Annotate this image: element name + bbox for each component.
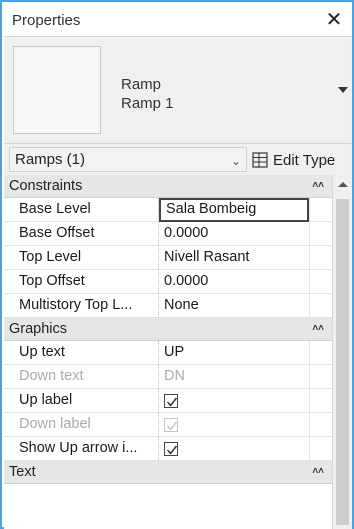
type-preview-thumbnail (13, 46, 101, 134)
property-label: Show Up arrow i... (4, 437, 159, 460)
property-label: Top Level (4, 246, 159, 269)
close-icon[interactable]: ✕ (324, 8, 344, 32)
type-dropdown-arrow-icon[interactable] (338, 87, 348, 93)
property-row[interactable]: Top Offset 0.0000 (4, 270, 332, 294)
title-bar[interactable]: Properties ✕ (4, 4, 352, 36)
property-row[interactable]: Multistory Top L... None (4, 294, 332, 318)
property-label: Base Offset (4, 222, 159, 245)
property-value-field[interactable]: None (159, 294, 309, 317)
type-name: Ramp 1 (121, 95, 174, 112)
property-value-field[interactable]: 0.0000 (159, 222, 309, 245)
edit-type-button[interactable]: Edit Type (252, 148, 335, 172)
group-label: Text (9, 464, 36, 480)
collapse-icon[interactable]: ˄˄ (312, 461, 324, 483)
type-selector[interactable]: Ramp Ramp 1 (4, 36, 352, 144)
properties-grid: Constraints ˄˄ Base Level Sala Bombeig B… (4, 175, 332, 529)
property-value-field: DN (164, 368, 185, 384)
property-row: Down text DN (4, 365, 332, 389)
property-value-field[interactable]: Sala Bombeig (159, 198, 309, 222)
group-header-constraints[interactable]: Constraints ˄˄ (4, 175, 332, 198)
vertical-scrollbar[interactable] (332, 175, 352, 529)
down-label-checkbox (164, 418, 178, 432)
property-label: Down text (4, 365, 159, 388)
collapse-icon[interactable]: ˄˄ (312, 318, 324, 340)
group-header-text[interactable]: Text ˄˄ (4, 461, 332, 484)
family-name: Ramp (121, 76, 162, 93)
checkmark-icon (166, 397, 178, 407)
property-row[interactable]: Show Up arrow i... (4, 437, 332, 461)
group-label: Graphics (9, 321, 68, 337)
property-label: Top Offset (4, 270, 159, 293)
scrollbar-thumb[interactable] (336, 199, 349, 525)
group-header-graphics[interactable]: Graphics ˄˄ (4, 318, 332, 341)
properties-panel: Properties ✕ Ramp Ramp 1 Ramps (1) ⌄ Edi… (0, 0, 354, 529)
property-label: Down label (4, 413, 159, 436)
property-label: Base Level (4, 198, 159, 221)
checkmark-icon (166, 445, 178, 455)
collapse-icon[interactable]: ˄˄ (312, 175, 324, 197)
property-label: Up label (4, 389, 159, 412)
group-label: Constraints (9, 178, 83, 194)
property-row[interactable]: Base Level Sala Bombeig (4, 198, 332, 222)
property-row[interactable]: Top Level Nivell Rasant (4, 246, 332, 270)
scroll-up-arrow-icon[interactable] (338, 182, 348, 187)
up-label-checkbox[interactable] (164, 394, 178, 408)
property-value-field[interactable]: Nivell Rasant (159, 246, 309, 269)
property-row: Down label (4, 413, 332, 437)
property-row[interactable]: Up label (4, 389, 332, 413)
property-label: Up text (4, 341, 159, 364)
instance-filter-value: Ramps (1) (15, 151, 86, 168)
property-row[interactable]: Up text UP (4, 341, 332, 365)
edit-type-icon (252, 152, 268, 168)
property-value-field[interactable]: UP (159, 341, 309, 364)
chevron-down-icon: ⌄ (230, 154, 241, 168)
instance-filter-dropdown[interactable]: Ramps (1) ⌄ (9, 147, 247, 172)
checkmark-icon (166, 421, 178, 431)
show-up-arrow-checkbox[interactable] (164, 442, 178, 456)
panel-title: Properties (12, 11, 81, 29)
property-label: Multistory Top L... (4, 294, 159, 317)
edit-type-label: Edit Type (273, 151, 336, 169)
property-value-field[interactable]: 0.0000 (159, 270, 309, 293)
type-names: Ramp Ramp 1 (121, 75, 174, 113)
property-row[interactable]: Base Offset 0.0000 (4, 222, 332, 246)
instance-row: Ramps (1) ⌄ Edit Type (4, 144, 352, 175)
